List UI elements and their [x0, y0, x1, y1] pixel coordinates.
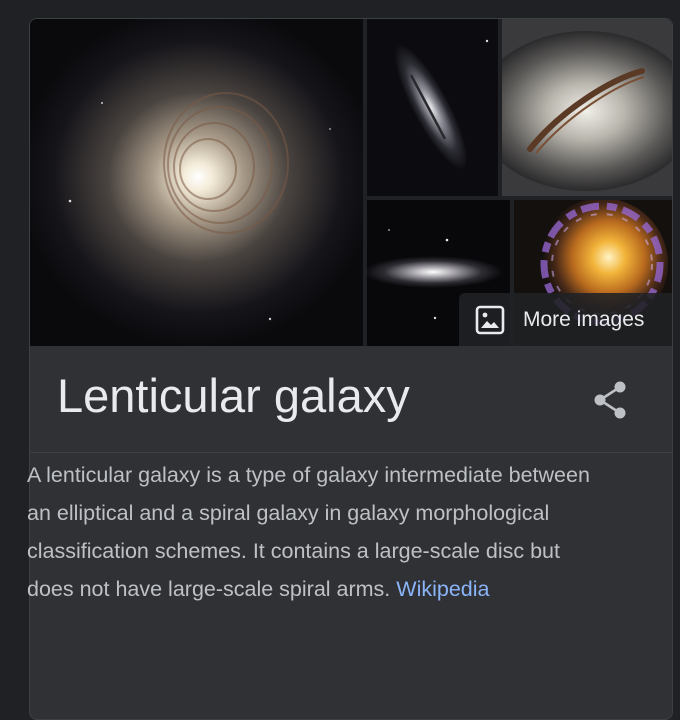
knowledge-panel: More images Lenticular galaxy — [29, 18, 673, 720]
galaxy-image-dust-lane[interactable] — [502, 19, 672, 196]
panel-title: Lenticular galaxy — [57, 369, 410, 422]
share-icon — [592, 380, 628, 425]
title-row: Lenticular galaxy — [30, 346, 672, 453]
wikipedia-link[interactable]: Wikipedia — [396, 577, 489, 601]
galaxy-image-main[interactable] — [30, 19, 363, 346]
image-gallery: More images — [30, 19, 672, 346]
more-images-button[interactable]: More images — [459, 293, 672, 346]
description-text: A lenticular galaxy is a type of galaxy … — [27, 463, 590, 601]
image-icon — [475, 305, 505, 335]
galaxy-image-edge-on[interactable] — [367, 19, 498, 196]
share-button[interactable] — [588, 380, 632, 424]
more-images-label: More images — [523, 307, 645, 331]
panel-description: A lenticular galaxy is a type of galaxy … — [27, 456, 612, 608]
